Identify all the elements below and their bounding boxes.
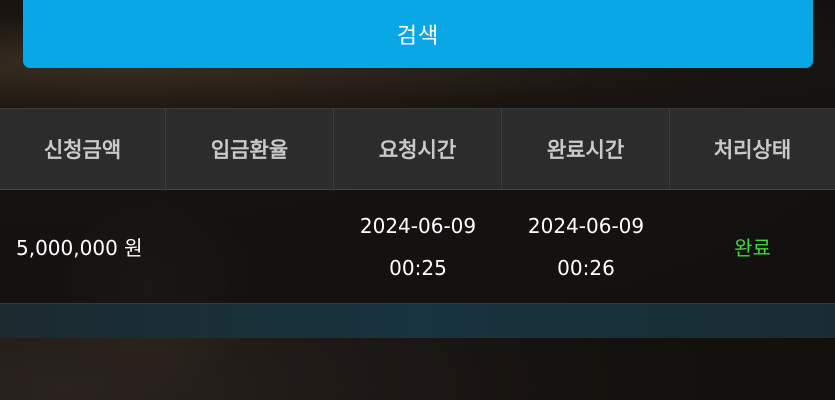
complete-date: 2024-06-09 bbox=[527, 213, 645, 238]
cell-request-time: 2024-06-09 00:25 bbox=[334, 190, 502, 303]
cell-status: 완료 bbox=[670, 190, 835, 303]
cell-amount: 5,000,000 원 bbox=[16, 236, 143, 260]
header-complete-time: 완료시간 bbox=[502, 109, 670, 189]
cell-rate bbox=[166, 190, 334, 303]
table-row: 5,000,000 원 2024-06-09 00:25 2024-06-09 … bbox=[0, 190, 835, 304]
request-date: 2024-06-09 bbox=[359, 213, 477, 238]
table-header: 신청금액 입금환율 요청시간 완료시간 처리상태 bbox=[0, 108, 835, 190]
search-button[interactable]: 검색 bbox=[23, 0, 813, 68]
complete-time: 00:26 bbox=[557, 255, 615, 280]
status-badge: 완료 bbox=[734, 236, 771, 260]
history-table: 신청금액 입금환율 요청시간 완료시간 처리상태 5,000,000 원 202… bbox=[0, 108, 835, 304]
header-status: 처리상태 bbox=[713, 138, 792, 162]
bottom-background-strip bbox=[0, 303, 835, 338]
cell-complete-time: 2024-06-09 00:26 bbox=[502, 190, 670, 303]
header-rate: 입금환율 bbox=[166, 109, 334, 189]
request-time: 00:25 bbox=[389, 255, 447, 280]
header-request-time: 요청시간 bbox=[334, 109, 502, 189]
header-amount: 신청금액 bbox=[0, 109, 166, 189]
